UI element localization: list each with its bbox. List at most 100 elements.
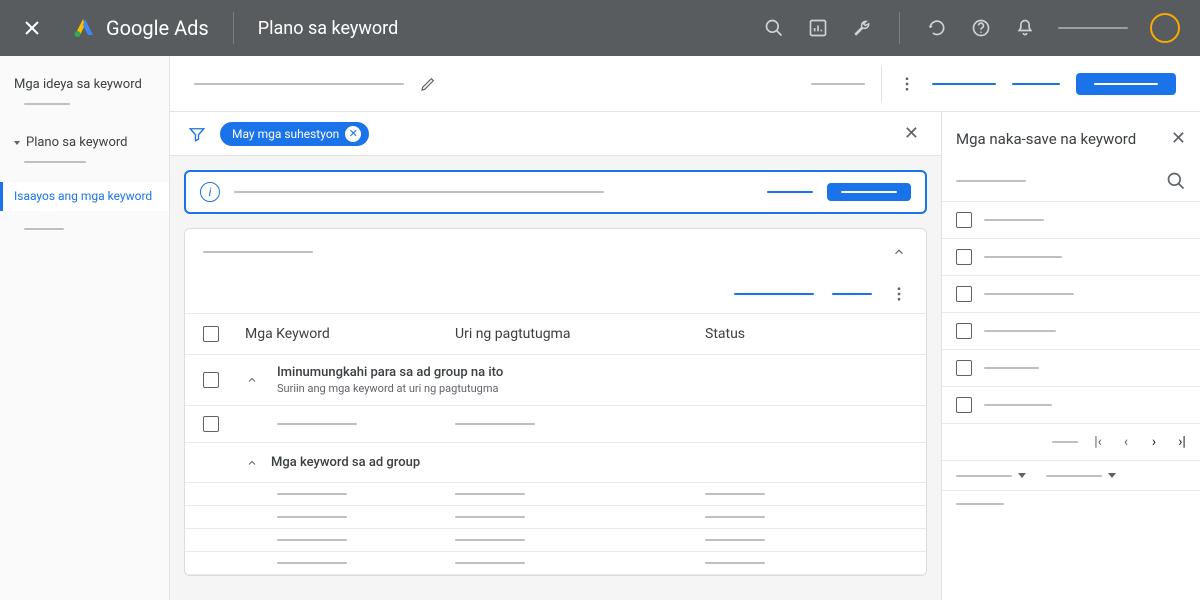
- panel-title: Mga naka-save na keyword: [956, 130, 1136, 148]
- list-item[interactable]: [942, 276, 1200, 313]
- sidebar-item-label: Plano sa keyword: [26, 135, 127, 150]
- section-title: Mga keyword sa ad group: [271, 455, 420, 470]
- banner-action-button[interactable]: [827, 183, 911, 201]
- sidebar-item-plan[interactable]: Plano sa keyword: [0, 128, 169, 158]
- row-checkbox[interactable]: [203, 416, 219, 432]
- collapse-section-icon[interactable]: [245, 456, 259, 470]
- cell-placeholder: [277, 516, 347, 518]
- table-row[interactable]: [185, 506, 926, 529]
- collapse-icon[interactable]: [890, 243, 908, 261]
- chip-remove-icon[interactable]: ✕: [345, 126, 361, 142]
- column-keywords[interactable]: Mga Keyword: [245, 326, 455, 342]
- list-item[interactable]: [942, 350, 1200, 387]
- avatar[interactable]: [1150, 13, 1180, 43]
- search-icon[interactable]: [763, 17, 785, 39]
- cell-placeholder: [984, 367, 1039, 369]
- row-checkbox[interactable]: [956, 249, 972, 265]
- list-item[interactable]: [942, 313, 1200, 350]
- notifications-icon[interactable]: [1014, 17, 1036, 39]
- collapse-row-icon[interactable]: [245, 373, 259, 387]
- row-checkbox[interactable]: [956, 286, 972, 302]
- chip-label: May mga suhestyon: [232, 127, 339, 141]
- row-checkbox[interactable]: [956, 360, 972, 376]
- page-title: Plano sa keyword: [258, 18, 399, 39]
- primary-action-button[interactable]: [1076, 73, 1176, 95]
- sidebar-sub-placeholder[interactable]: [0, 100, 169, 108]
- search-icon[interactable]: [1166, 171, 1186, 191]
- sidebar-item-label: Isaayos ang mga keyword: [14, 189, 152, 203]
- sidebar-sub-placeholder[interactable]: [0, 158, 169, 166]
- cell-placeholder: [984, 219, 1044, 221]
- pager: |‹ ‹ › ›|: [942, 424, 1200, 461]
- card-action-2[interactable]: [832, 293, 872, 295]
- cell-placeholder: [705, 539, 765, 541]
- pager-last-icon[interactable]: ›|: [1174, 434, 1190, 450]
- row-checkbox[interactable]: [956, 323, 972, 339]
- refresh-icon[interactable]: [926, 17, 948, 39]
- toolbar-link-2[interactable]: [1012, 83, 1060, 85]
- panel-footer: [942, 461, 1200, 491]
- column-match[interactable]: Uri ng pagtutugma: [455, 326, 705, 342]
- close-button[interactable]: [20, 16, 44, 40]
- table-row[interactable]: [185, 406, 926, 443]
- close-filter-button[interactable]: ✕: [900, 119, 923, 148]
- info-banner: i: [184, 170, 927, 214]
- suggested-subtitle: Suriin ang mga keyword at uri ng pagtutu…: [277, 382, 503, 395]
- pager-count-placeholder: [1052, 441, 1078, 443]
- row-checkbox[interactable]: [203, 372, 219, 388]
- cell-placeholder: [455, 562, 525, 564]
- cell-keyword-placeholder: [277, 423, 357, 425]
- suggested-group-row: Iminumungkahi para sa ad group na ito Su…: [185, 355, 926, 406]
- more-icon[interactable]: [898, 75, 916, 93]
- filter-icon[interactable]: [188, 125, 206, 143]
- card-more-icon[interactable]: [890, 285, 908, 303]
- row-checkbox[interactable]: [956, 397, 972, 413]
- reports-icon[interactable]: [807, 17, 829, 39]
- help-icon[interactable]: [970, 17, 992, 39]
- list-item[interactable]: [942, 202, 1200, 239]
- panel-close-button[interactable]: ✕: [1171, 128, 1186, 149]
- pager-first-icon[interactable]: |‹: [1090, 434, 1106, 450]
- saved-keywords-panel: Mga naka-save na keyword ✕ |‹: [942, 112, 1200, 600]
- select-all-checkbox[interactable]: [203, 326, 219, 342]
- table-row[interactable]: [185, 552, 926, 575]
- sidebar-item-organize[interactable]: Isaayos ang mga keyword: [0, 182, 169, 211]
- cell-placeholder: [277, 562, 347, 564]
- chevron-down-icon: [14, 141, 20, 145]
- panel-footer-2: [942, 491, 1200, 517]
- row-checkbox[interactable]: [956, 212, 972, 228]
- dropdown-2[interactable]: [1046, 473, 1116, 478]
- suggested-title: Iminumungkahi para sa ad group na ito: [277, 365, 503, 380]
- list-item[interactable]: [942, 387, 1200, 424]
- list-item[interactable]: [942, 239, 1200, 276]
- product-name: Google Ads: [106, 16, 209, 40]
- cell-placeholder: [984, 293, 1074, 295]
- plan-name-placeholder[interactable]: [194, 83, 404, 85]
- filter-chip-suggestions[interactable]: May mga suhestyon ✕: [220, 122, 369, 146]
- table-row[interactable]: [185, 529, 926, 552]
- toolbar-link-1[interactable]: [932, 83, 996, 85]
- divider: [881, 66, 882, 102]
- column-status[interactable]: Status: [705, 326, 908, 342]
- cell-placeholder: [705, 516, 765, 518]
- toolbar: [170, 56, 1200, 112]
- sidebar-sub-placeholder[interactable]: [0, 225, 169, 233]
- table-row[interactable]: [185, 483, 926, 506]
- ads-logo-icon: [72, 16, 96, 40]
- info-icon: i: [200, 182, 220, 202]
- cell-placeholder: [984, 330, 1056, 332]
- sidebar-item-ideas[interactable]: Mga ideya sa keyword: [0, 70, 169, 100]
- dropdown-1[interactable]: [956, 473, 1026, 478]
- edit-icon[interactable]: [420, 76, 436, 92]
- card-action-1[interactable]: [734, 293, 814, 295]
- pager-next-icon[interactable]: ›: [1146, 434, 1162, 450]
- pager-prev-icon[interactable]: ‹: [1118, 434, 1134, 450]
- panel-search[interactable]: [942, 165, 1200, 202]
- divider: [899, 12, 900, 44]
- cell-placeholder: [705, 493, 765, 495]
- card-title-placeholder: [203, 251, 313, 253]
- chevron-down-icon: [1018, 473, 1026, 478]
- search-placeholder: [956, 180, 1026, 182]
- tools-icon[interactable]: [851, 17, 873, 39]
- banner-link[interactable]: [767, 191, 813, 193]
